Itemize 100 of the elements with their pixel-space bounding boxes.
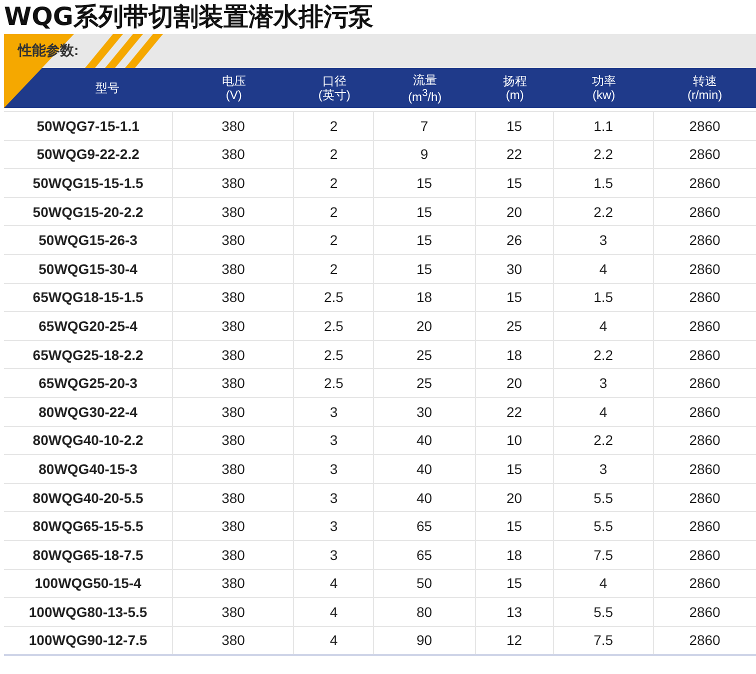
table-cell-text: 2860	[688, 346, 722, 365]
table-cell: 5.5	[554, 484, 654, 512]
table-cell: 50WQG15-26-3	[4, 226, 174, 254]
table-cell: 380	[173, 540, 294, 568]
table-cell: 20	[476, 369, 554, 397]
corner-band-drawing	[4, 34, 74, 68]
table-cell: 50WQG9-22-2.2	[4, 140, 174, 168]
table-cell: 20	[476, 198, 554, 226]
table-cell: 380	[173, 626, 294, 654]
table-cell: 380	[173, 254, 294, 283]
table-cell: 380	[173, 484, 294, 512]
table-cell: 7.5	[554, 626, 654, 654]
table-cell: 18	[476, 540, 554, 568]
table-cell: 4	[294, 570, 374, 598]
table-cell: 4	[554, 570, 654, 598]
table-cell: 65WQG25-18-2.2	[4, 340, 174, 368]
table-cell: 380	[173, 140, 294, 168]
table-cell: 65WQG20-25-4	[4, 312, 174, 340]
table-cell: 15	[476, 112, 554, 140]
table-cell: 3	[554, 369, 654, 397]
table-cell: 380	[173, 226, 294, 254]
column-header: 型号	[94, 80, 121, 97]
table-cell: 15	[476, 512, 554, 540]
table-cell: 380	[173, 398, 294, 426]
table-cell-text: 2860	[688, 316, 722, 336]
table-cell: 80WQG40-10-2.2	[4, 426, 174, 454]
table-cell: 7	[374, 112, 476, 140]
table-cell: 2.5	[294, 369, 374, 397]
table-cell: 25	[374, 340, 476, 368]
table-cell: 3	[294, 455, 374, 483]
table-cell-text: 2860	[688, 202, 722, 222]
table-cell: 15	[476, 284, 554, 312]
corner-triangle-drawing	[4, 68, 42, 108]
table-cell: 15	[374, 169, 476, 197]
table-cell: 2.2	[554, 340, 654, 368]
table-cell: 380	[173, 512, 294, 540]
table-cell: 3	[554, 226, 654, 254]
table-cell: 80WQG30-22-4	[4, 398, 174, 426]
table-cell: 380	[173, 455, 294, 483]
table-cell: 15	[374, 226, 476, 254]
table-cell: 18	[476, 340, 554, 368]
table-cell: 50WQG15-30-4	[4, 254, 174, 283]
table-cell: 80WQG65-15-5.5	[4, 512, 174, 540]
table-cell: 1.5	[554, 284, 654, 312]
table-cell: 30	[476, 254, 554, 283]
table-cell-text: 2860	[688, 145, 722, 164]
table-cell: 380	[173, 426, 294, 454]
table-cell: 3	[294, 426, 374, 454]
table-cell: 15	[374, 254, 476, 283]
table-cell: 100WQG90-12-7.5	[4, 626, 174, 654]
table-cell: 1.1	[554, 112, 654, 140]
table-cell: 2	[294, 198, 374, 226]
table-cell: 13	[476, 598, 554, 626]
table-cell: 4	[554, 312, 654, 340]
table-cell: 18	[374, 284, 476, 312]
table-cell-text: 2860	[688, 431, 722, 450]
table-cell: 100WQG80-13-5.5	[4, 598, 174, 626]
column-header: 流量 (m$^{3}$/h)	[407, 72, 443, 106]
table-cell: 2	[294, 226, 374, 254]
table-cell-text: 2860	[688, 460, 722, 479]
table-cell: 65WQG25-20-3	[4, 369, 174, 397]
table-cell-text: 2860	[688, 374, 722, 394]
table-cell: 100WQG50-15-4	[4, 570, 174, 598]
table-cell: 2.2	[554, 426, 654, 454]
table-cell-text: 2860	[688, 288, 722, 308]
table-cell: 4	[294, 598, 374, 626]
table-cell: 2	[294, 254, 374, 283]
column-header: 口径 (英寸)	[317, 73, 352, 104]
column-header: 功率 (kw)	[590, 73, 617, 104]
table-cell: 380	[173, 369, 294, 397]
table-cell: 2	[294, 140, 374, 168]
table-cell: 25	[476, 312, 554, 340]
table-cell-text: 2860	[688, 631, 722, 650]
table-cell: 7.5	[554, 540, 654, 568]
table-cell-text: 2860	[688, 488, 722, 508]
column-header: 转速 (r/min)	[686, 73, 724, 104]
table-cell: 380	[173, 198, 294, 226]
table-cell: 40	[374, 484, 476, 512]
column-header: 扬程 (m)	[502, 73, 528, 104]
table-cell-text: 2860	[688, 517, 722, 536]
table-cell: 22	[476, 398, 554, 426]
column-header: 电压 (V)	[220, 73, 247, 104]
table-cell: 12	[476, 626, 554, 654]
table-cell-text: 2860	[688, 231, 722, 250]
table-cell: 3	[294, 398, 374, 426]
table-cell-text: 2860	[688, 402, 722, 422]
table-cell: 80WQG40-15-3	[4, 455, 174, 483]
table-cell: 26	[476, 226, 554, 254]
table-cell: 2.5	[294, 284, 374, 312]
table-cell: 2.2	[554, 198, 654, 226]
table-cell: 65	[374, 512, 476, 540]
table-cell: 50WQG7-15-1.1	[4, 112, 174, 140]
table-cell: 9	[374, 140, 476, 168]
table-cell: 380	[173, 598, 294, 626]
table-cell-text: 2860	[688, 260, 722, 279]
page-title: WQG系列带切割装置潜水排污泵	[3, 1, 374, 33]
table-cell: 50WQG15-20-2.2	[4, 198, 174, 226]
table-cell: 2	[294, 169, 374, 197]
table-cell: 4	[554, 254, 654, 283]
table-cell: 25	[374, 369, 476, 397]
